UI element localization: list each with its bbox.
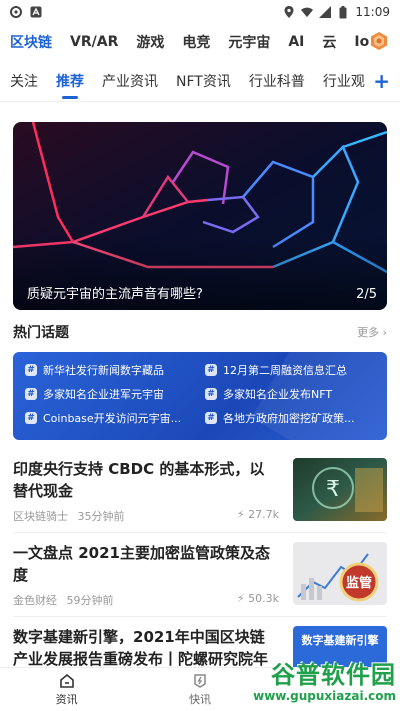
sub-tab-recommend[interactable]: 推荐 bbox=[56, 71, 84, 91]
category-tab-cloud[interactable]: 云 bbox=[322, 32, 336, 52]
status-left bbox=[10, 6, 42, 18]
home-icon bbox=[59, 673, 74, 688]
location-icon bbox=[283, 6, 295, 18]
news-time: 35分钟前 bbox=[77, 510, 125, 523]
banner-carousel[interactable]: 质疑元宇宙的主流声音有哪些? 2/5 bbox=[13, 122, 387, 310]
hot-topic-item[interactable]: #12月第二周融资信息汇总 bbox=[205, 362, 375, 378]
hot-topic-label: 多家知名企业发布NFT bbox=[223, 388, 333, 401]
nav-news[interactable]: 资讯 bbox=[0, 668, 133, 711]
hot-topic-label: 12月第二周融资信息汇总 bbox=[223, 364, 347, 377]
news-meta: 区块链骑士 35分钟前 bbox=[13, 508, 125, 524]
hot-topics-title: 热门话题 bbox=[13, 325, 69, 341]
sub-tab-industry-news[interactable]: 产业资讯 bbox=[102, 71, 158, 91]
hot-topic-label: 多家知名企业进军元宇宙 bbox=[43, 388, 164, 401]
banner-image bbox=[13, 122, 387, 310]
fire-icon: ⚡ bbox=[236, 592, 245, 605]
news-title: 印度央行支持 CBDC 的基本形式，以替代现金 bbox=[13, 460, 265, 500]
signal-icon bbox=[319, 6, 332, 18]
sub-tab-science[interactable]: 行业科普 bbox=[249, 71, 305, 91]
app-a-icon bbox=[30, 6, 42, 18]
category-tab-ai[interactable]: AI bbox=[288, 34, 304, 50]
fire-icon: ⚡ bbox=[236, 508, 245, 521]
divider bbox=[13, 616, 387, 617]
news-views: ⚡ 27.7k bbox=[237, 508, 279, 521]
status-bar: 11:09 bbox=[0, 0, 400, 24]
hashtag-icon: # bbox=[25, 364, 37, 376]
category-tab-bar: 区块链 VR/AR 游戏 电竞 元宇宙 AI 云 Io bbox=[0, 24, 400, 60]
add-channel-button[interactable]: + bbox=[364, 60, 400, 101]
nav-placeholder bbox=[267, 668, 400, 711]
hot-topic-item[interactable]: # Coinbase开发访问元宇宙... bbox=[25, 410, 195, 426]
chevron-right-icon: › bbox=[379, 326, 387, 339]
news-time: 59分钟前 bbox=[66, 594, 114, 607]
hot-topics-more-link[interactable]: 更多 › bbox=[357, 324, 387, 340]
news-views: ⚡ 50.3k bbox=[237, 592, 279, 605]
news-thumbnail: 监管 bbox=[293, 542, 387, 605]
news-item[interactable]: 印度央行支持 CBDC 的基本形式，以替代现金 区块链骑士 35分钟前 ⚡ 27… bbox=[13, 458, 387, 524]
hot-topic-item[interactable]: # 新华社发行新闻数字藏品 bbox=[25, 362, 195, 378]
category-tab-metaverse[interactable]: 元宇宙 bbox=[228, 32, 270, 52]
nav-flash-label: 快讯 bbox=[188, 692, 211, 706]
thumb-label: 监管 bbox=[346, 575, 372, 591]
sub-tab-follow[interactable]: 关注 bbox=[10, 71, 38, 91]
hashtag-icon: # bbox=[25, 412, 37, 424]
category-tab-iot[interactable]: Io bbox=[354, 34, 369, 50]
hot-topic-label: 新华社发行新闻数字藏品 bbox=[43, 364, 164, 377]
news-item[interactable]: 一文盘点 2021主要加密监管政策及态度 金色财经 59分钟前 ⚡ 50.3k … bbox=[13, 542, 387, 608]
hashtag-icon: # bbox=[25, 388, 37, 400]
news-thumbnail: ₹ bbox=[293, 458, 387, 521]
news-title: 一文盘点 2021主要加密监管政策及态度 bbox=[13, 544, 270, 584]
hot-topic-item[interactable]: # 各地方政府加密挖矿政策... bbox=[205, 410, 375, 426]
sub-tab-nft-news[interactable]: NFT资讯 bbox=[176, 71, 231, 91]
settings-icon bbox=[10, 6, 22, 18]
news-source: 区块链骑士 bbox=[13, 510, 68, 523]
hot-topic-label: 各地方政府加密挖矿政策... bbox=[223, 412, 355, 425]
hashtag-icon: # bbox=[205, 388, 217, 400]
hot-topic-label: Coinbase开发访问元宇宙... bbox=[43, 412, 182, 425]
banner-page-counter: 2/5 bbox=[356, 287, 377, 302]
status-right: 11:09 bbox=[283, 5, 390, 19]
hot-topic-item[interactable]: # 多家知名企业发布NFT bbox=[205, 386, 375, 402]
status-time: 11:09 bbox=[355, 5, 390, 19]
thumb-label: 数字基建新引擎 bbox=[301, 634, 379, 647]
news-item[interactable]: 数字基建新引擎，2021年中国区块链产业发展报告重磅发布丨陀螺研究院年终巨献 数… bbox=[13, 626, 387, 690]
divider bbox=[13, 532, 387, 533]
battery-icon bbox=[337, 5, 349, 18]
sub-tab-bar: 关注 推荐 产业资讯 NFT资讯 行业科普 行业观 + bbox=[0, 60, 400, 102]
wifi-icon bbox=[301, 6, 314, 18]
news-view-count: 27.7k bbox=[248, 508, 279, 521]
category-tab-esports[interactable]: 电竞 bbox=[182, 32, 210, 52]
news-meta: 金色财经 59分钟前 bbox=[13, 592, 114, 608]
nav-news-label: 资讯 bbox=[55, 692, 78, 706]
flash-news-icon bbox=[194, 673, 206, 688]
hot-topics-panel: # 新华社发行新闻数字藏品 #12月第二周融资信息汇总 # 多家知名企业进军元宇宙 … bbox=[13, 352, 387, 440]
news-source: 金色财经 bbox=[13, 594, 57, 607]
category-tab-games[interactable]: 游戏 bbox=[136, 32, 164, 52]
hot-topics-header: 热门话题 更多 › bbox=[13, 322, 387, 342]
hashtag-icon: # bbox=[205, 412, 217, 424]
nav-flash[interactable]: 快讯 bbox=[133, 668, 266, 711]
news-view-count: 50.3k bbox=[248, 592, 279, 605]
hot-topics-more-label: 更多 bbox=[357, 326, 380, 339]
category-tab-blockchain[interactable]: 区块链 bbox=[10, 32, 52, 52]
hot-topic-item[interactable]: # 多家知名企业进军元宇宙 bbox=[25, 386, 195, 402]
svg-text:₹: ₹ bbox=[326, 477, 340, 502]
category-tab-vr-ar[interactable]: VR/AR bbox=[70, 34, 118, 50]
user-avatar-icon[interactable] bbox=[370, 32, 388, 50]
sub-tab-industry-view[interactable]: 行业观 bbox=[323, 71, 365, 91]
banner-caption: 质疑元宇宙的主流声音有哪些? bbox=[27, 287, 203, 302]
bottom-navigation: 资讯 快讯 bbox=[0, 667, 400, 711]
hashtag-icon: # bbox=[205, 364, 217, 376]
